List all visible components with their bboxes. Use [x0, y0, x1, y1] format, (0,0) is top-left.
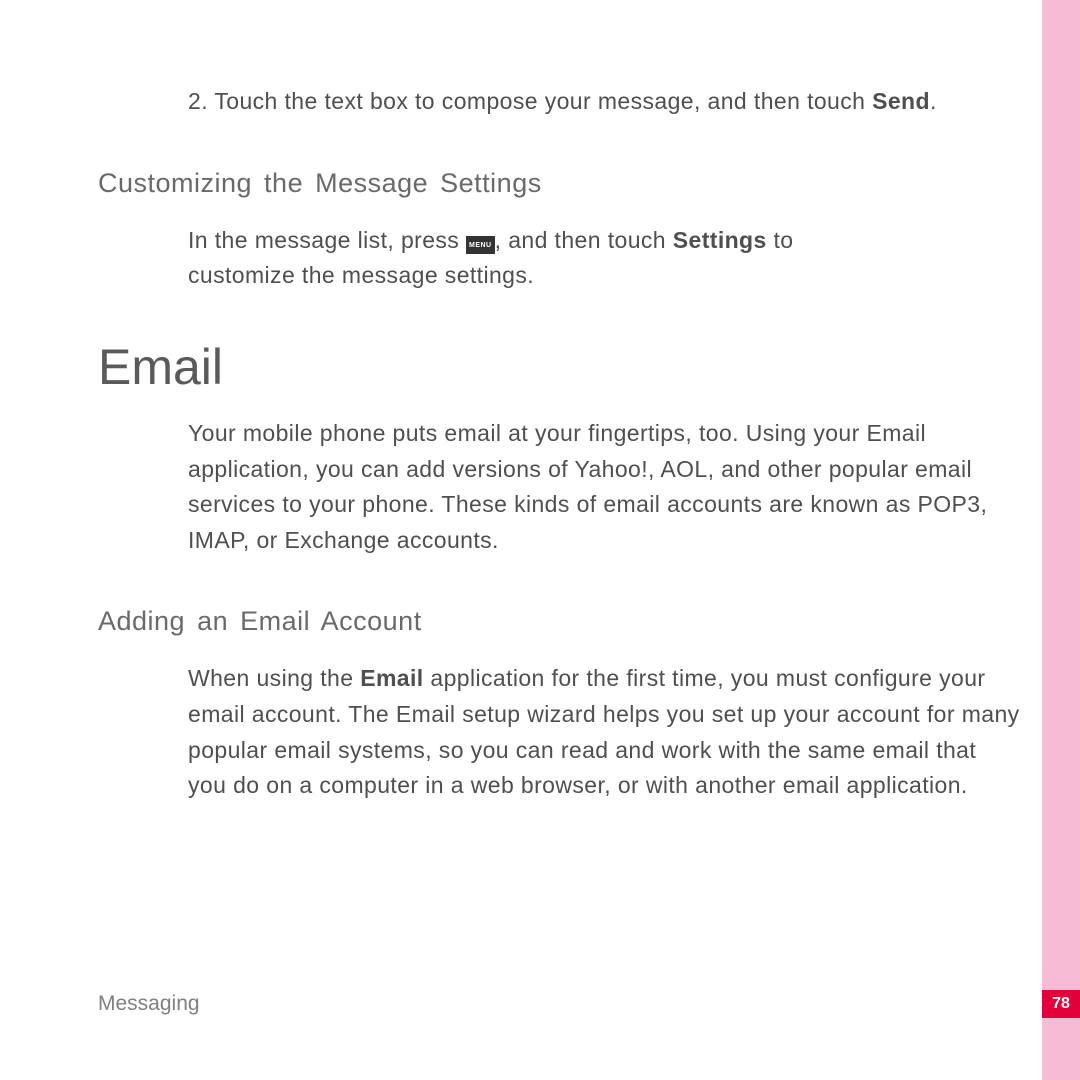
subheading-adding: Adding an Email Account	[98, 606, 1020, 637]
adding-body: When using the Email application for the…	[188, 661, 1020, 804]
step-bold: Send	[872, 88, 930, 114]
text: In the message list, press	[188, 227, 466, 253]
email-intro: Your mobile phone puts email at your fin…	[188, 416, 1020, 559]
manual-page: 78 2. Touch the text box to compose your…	[0, 0, 1080, 1080]
text-bold: Settings	[673, 227, 767, 253]
text: , and then touch	[495, 227, 673, 253]
chapter-title-email: Email	[98, 338, 1020, 396]
page-content: 2. Touch the text box to compose your me…	[98, 84, 1020, 804]
text: customize the message settings.	[188, 258, 1020, 294]
text: to	[767, 227, 794, 253]
page-number-badge: 78	[1042, 990, 1080, 1018]
menu-icon: MENU	[466, 236, 495, 254]
step-text: 2. Touch the text box to compose your me…	[188, 88, 872, 114]
running-footer: Messaging	[98, 992, 200, 1016]
customizing-body: In the message list, press MENU, and the…	[188, 223, 1020, 294]
step-2: 2. Touch the text box to compose your me…	[188, 84, 1020, 120]
step-suffix: .	[930, 88, 937, 114]
text-bold: Email	[360, 665, 423, 691]
subheading-customizing: Customizing the Message Settings	[98, 168, 1020, 199]
side-stripe	[1042, 0, 1080, 1080]
text: When using the	[188, 665, 360, 691]
